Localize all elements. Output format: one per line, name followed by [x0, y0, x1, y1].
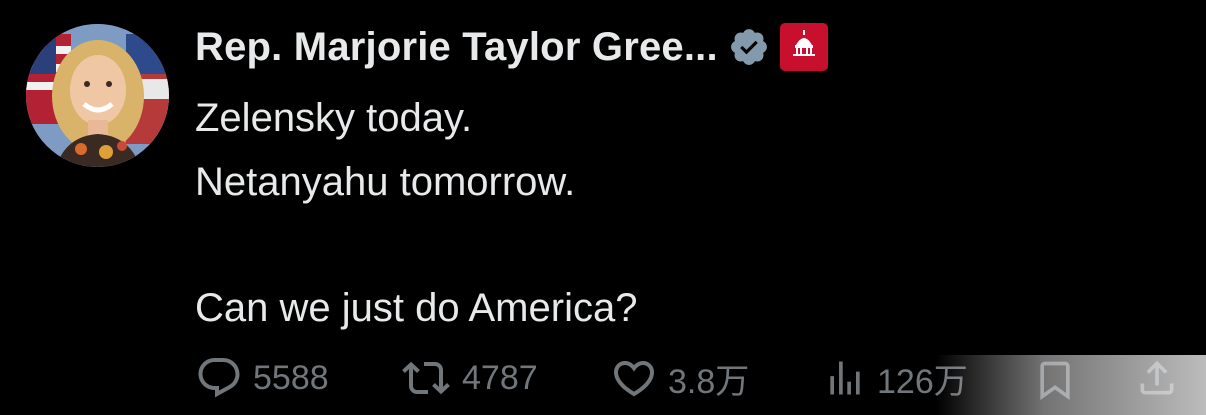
retweet-button[interactable]: 4787: [400, 350, 538, 406]
views-button[interactable]: 126万: [823, 350, 968, 406]
house-gop-badge-icon: [779, 23, 828, 71]
reply-button[interactable]: 5588: [195, 350, 329, 406]
reply-icon: [198, 358, 240, 398]
views-icon: [830, 361, 860, 395]
retweet-icon: [402, 361, 450, 395]
verified-badge-icon: [728, 26, 770, 68]
tweet-header: Rep. Marjorie Taylor Gree...: [195, 22, 828, 72]
tweet-text: Zelensky today. Netanyahu tomorrow. Can …: [195, 86, 637, 340]
views-count: 126万: [877, 362, 968, 401]
avatar[interactable]: [26, 24, 169, 167]
author-display-name[interactable]: Rep. Marjorie Taylor Gree...: [195, 25, 718, 70]
reply-count: 5588: [253, 358, 329, 397]
share-icon: [1140, 360, 1174, 395]
heart-icon: [613, 361, 655, 397]
share-button[interactable]: [1135, 350, 1179, 406]
bookmark-button[interactable]: [1033, 352, 1077, 408]
tweet-action-bar: 5588 4787 3.8万 126万: [195, 350, 1206, 406]
retweet-count: 4787: [462, 358, 538, 397]
tweet-line: Zelensky today.: [195, 96, 473, 140]
like-count: 3.8万: [668, 362, 750, 401]
tweet: Rep. Marjorie Taylor Gree... Zelensky to…: [0, 0, 1206, 415]
like-button[interactable]: 3.8万: [610, 350, 749, 406]
tweet-line: Netanyahu tomorrow.: [195, 160, 576, 204]
bookmark-icon: [1040, 361, 1070, 401]
avatar-portrait-image: [26, 24, 169, 167]
tweet-line: Can we just do America?: [195, 286, 638, 330]
